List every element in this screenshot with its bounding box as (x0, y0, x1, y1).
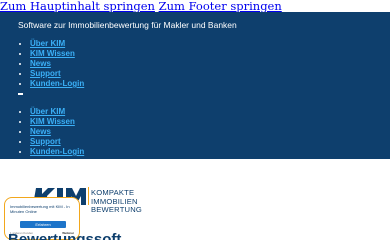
nav-link-about[interactable]: Über KIM (30, 39, 65, 48)
nav-link-support[interactable]: Support (30, 137, 61, 146)
logo-line: BEWERTUNG (91, 205, 143, 214)
nav-link-wissen[interactable]: KIM Wissen (30, 117, 75, 126)
secondary-nav: Über KIM KIM Wissen News Support Kunden-… (18, 107, 84, 157)
primary-nav: Über KIM KIM Wissen News Support Kunden-… (18, 39, 84, 89)
nav-item-about: Über KIM (30, 107, 84, 117)
badge-cta-button[interactable]: Erfahren (20, 221, 66, 228)
nav-link-wissen[interactable]: KIM Wissen (30, 49, 75, 58)
nav-item-about: Über KIM (30, 39, 84, 49)
nav-item-support: Support (30, 69, 84, 79)
nav-link-login[interactable]: Kunden-Login (30, 147, 84, 156)
site-tagline: Software zur Immobilienbewertung für Mak… (18, 20, 237, 30)
nav-item-news: News (30, 127, 84, 137)
badge-text: Immobilienbewertung mit KIM - In Minuten… (10, 204, 70, 214)
menu-toggle-icon[interactable] (18, 93, 23, 95)
nav-item-login: Kunden-Login (30, 79, 84, 89)
page-title: Bewertungssoft (8, 231, 122, 240)
nav-link-news[interactable]: News (30, 127, 51, 136)
skip-links: Zum Hauptinhalt springen Zum Footer spri… (0, 0, 282, 12)
nav-item-wissen: KIM Wissen (30, 117, 84, 127)
nav-link-news[interactable]: News (30, 59, 51, 68)
nav-link-support[interactable]: Support (30, 69, 61, 78)
nav-item-support: Support (30, 137, 84, 147)
page: Zum Hauptinhalt springen Zum Footer spri… (0, 0, 390, 240)
logo-wordmark-text: KOMPAKTE IMMOBILIEN BEWERTUNG (91, 188, 143, 215)
nav-link-login[interactable]: Kunden-Login (30, 79, 84, 88)
site-header: Software zur Immobilienbewertung für Mak… (0, 12, 390, 159)
nav-link-about[interactable]: Über KIM (30, 107, 65, 116)
nav-item-login: Kunden-Login (30, 147, 84, 157)
nav-item-news: News (30, 59, 84, 69)
nav-item-wissen: KIM Wissen (30, 49, 84, 59)
